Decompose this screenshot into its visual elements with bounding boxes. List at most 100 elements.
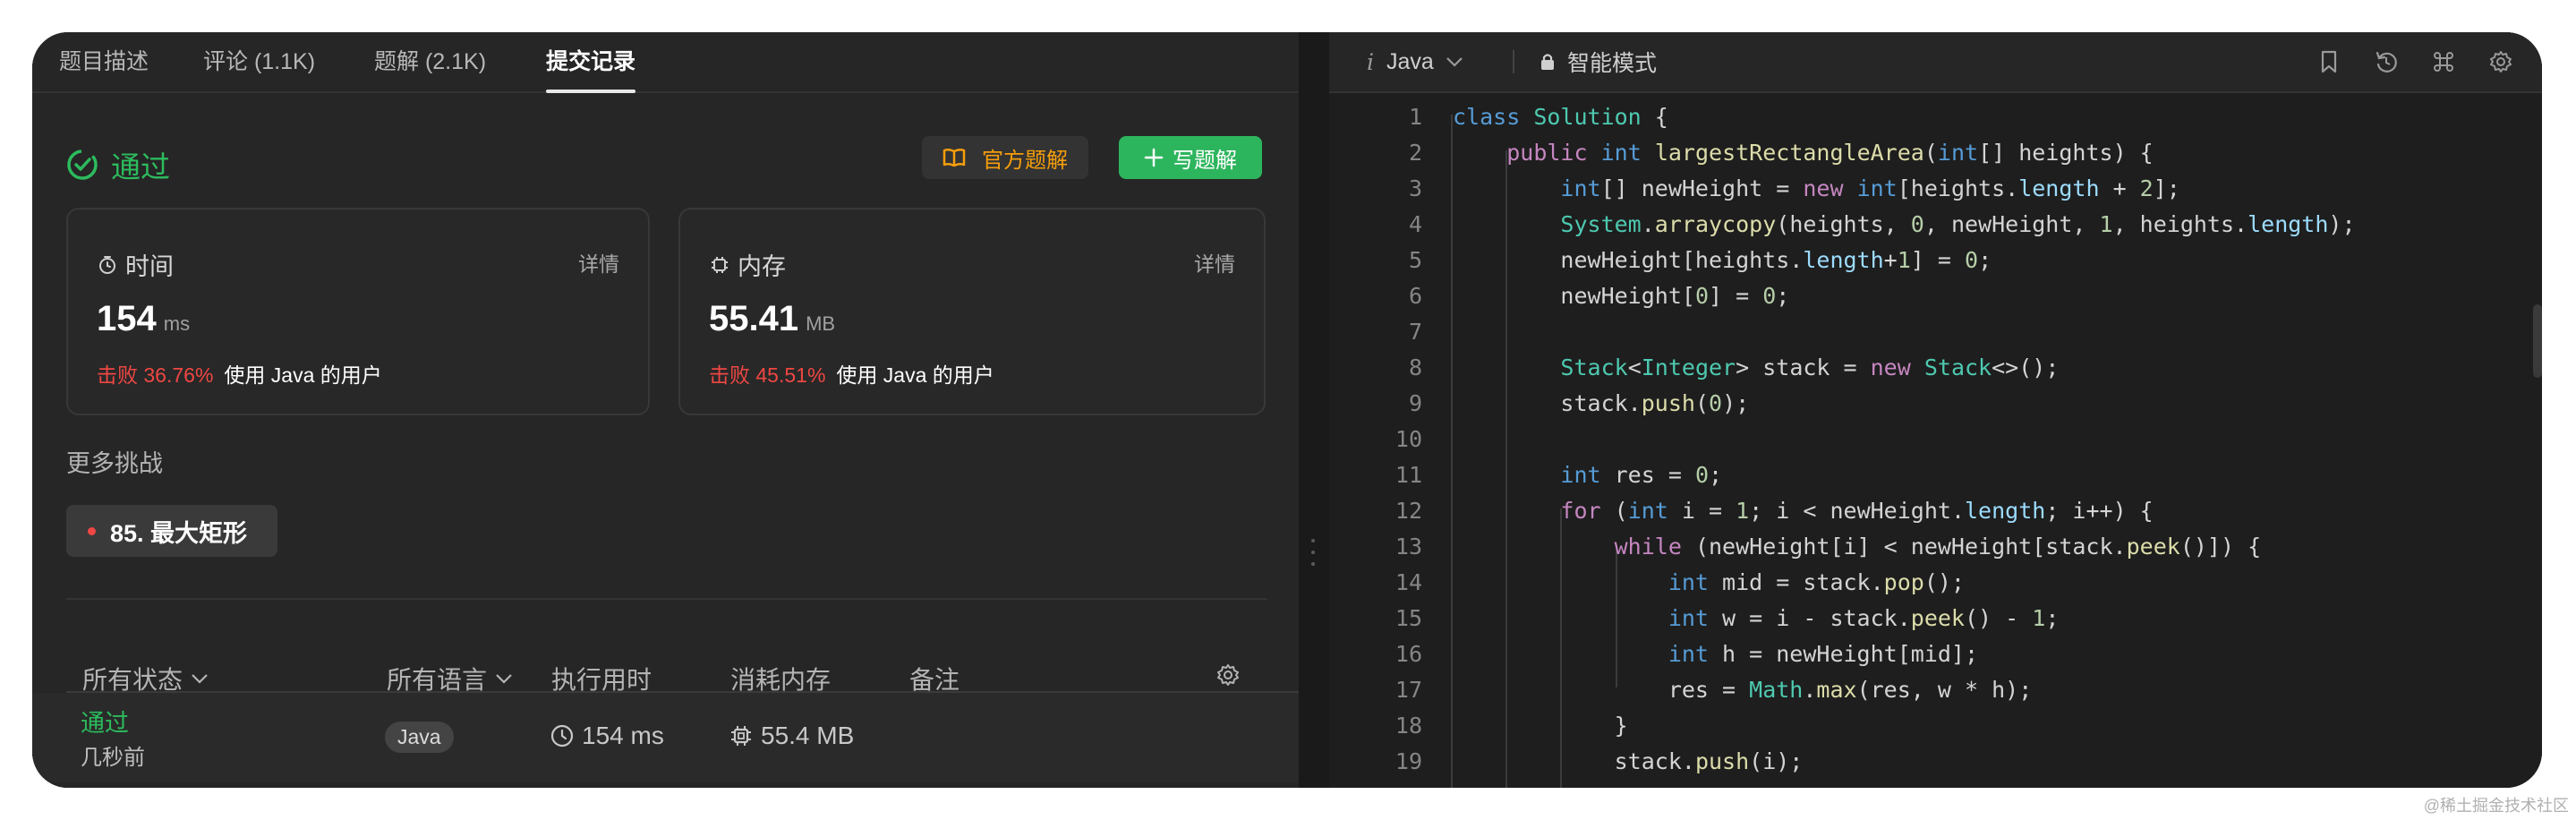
smart-mode-label: 智能模式 [1567,51,1658,76]
challenge-chip[interactable]: 85. 最大矩形 [66,505,277,557]
divider [66,598,1267,600]
tab-description[interactable]: 题目描述 [59,32,149,91]
code-line[interactable]: System.arraycopy(heights, 0, newHeight, … [1453,211,2355,237]
code-line[interactable]: int w = i - stack.peek() - 1; [1453,605,2060,631]
tab-submissions[interactable]: 提交记录 [546,32,636,93]
line-number: 17 [1395,677,1422,703]
reset-icon [2376,51,2397,73]
runtime-unit: ms [163,312,191,335]
line-number: 3 [1408,175,1422,201]
toolbar-divider [1513,50,1514,73]
code-line[interactable]: for (int i = 1; i < newHeight.length; i+… [1453,498,2153,524]
check-circle-icon [67,149,98,180]
result-status: 通过 [66,138,170,192]
smart-mode-toggle[interactable]: 智能模式 [1539,32,1657,91]
memory-card[interactable]: 内存 详情 55.41 MB 击败 45.51% 使用 Java 的用户 [678,208,1266,415]
chip-icon [712,256,728,273]
code-line[interactable]: stack.push(i); [1453,748,1804,774]
difficulty-dot [88,526,96,535]
code-line[interactable]: stack.push(0); [1453,390,1749,416]
line-number: 1 [1408,104,1422,130]
code-line[interactable]: res = Math.max(res, w * h); [1453,677,2032,703]
code-area[interactable]: 1 class Solution { 2 public int largestRec… [1329,104,2542,788]
command-icon [2434,52,2453,72]
settings-icon [1217,664,1239,686]
code-line[interactable]: Stack<Integer> stack = new Stack<>(); [1453,354,2059,380]
row-status[interactable]: 通过 [81,704,129,739]
editor-settings-button[interactable] [2486,47,2516,77]
runtime-beat-percent: 击败 36.76% [97,363,214,387]
line-number: 18 [1395,713,1422,739]
memory-beat: 击败 45.51% 使用 Java 的用户 [709,358,994,389]
code-icon: i [1367,48,1374,75]
code-line[interactable]: newHeight[heights.length+1] = 0; [1453,247,1992,273]
line-number: 14 [1395,569,1422,595]
line-number: 13 [1395,534,1422,559]
code-line[interactable]: int res = 0; [1453,462,1722,488]
book-icon [943,148,966,167]
write-solution-label: 写题解 [1173,148,1237,173]
code-line[interactable]: int[] newHeight = new int[heights.length… [1453,175,2179,201]
memory-unit: MB [806,312,836,335]
code-line[interactable]: int mid = stack.pop(); [1453,569,1965,595]
row-time-ago: 几秒前 [81,746,145,770]
resize-grip [1311,539,1315,566]
row-language: Java [385,722,454,753]
bookmark-icon [2321,50,2337,73]
chevron-down-icon [496,674,512,684]
language-selector[interactable]: i Java [1367,32,1464,91]
runtime-value: 154 ms [97,299,190,339]
row-memory-value: 55.4 MB [761,722,855,749]
reset-button[interactable] [2371,47,2401,77]
line-number: 11 [1395,462,1422,488]
runtime-number: 154 [97,299,157,338]
line-number: 16 [1395,641,1422,667]
line-number: 2 [1408,140,1422,166]
write-solution-button[interactable]: 写题解 [1119,136,1262,179]
code-line[interactable]: } [1453,713,1628,739]
table-row[interactable]: 通过 几秒前 Java 154 ms 55.4 MB [32,693,1299,782]
chevron-down-icon [192,674,208,684]
code-line[interactable]: class Solution { [1453,104,1668,130]
bookmark-button[interactable] [2314,47,2344,77]
tab-bar: 题目描述 评论 (1.1K) 题解 (2.1K) 提交记录 [32,32,1299,93]
code-editor-panel: i Java 智能模式 1 class Solution {2 public … [1329,32,2542,788]
code-line[interactable]: int h = newHeight[mid]; [1453,641,1978,667]
official-solution-button[interactable]: 官方题解 [922,136,1088,179]
line-number: 15 [1395,605,1422,631]
line-number: 10 [1395,426,1422,452]
code-line[interactable]: while (newHeight[i] < newHeight[stack.pe… [1453,534,2262,559]
panel-resizer[interactable] [1299,32,1329,788]
official-solution-label: 官方题解 [982,148,1068,173]
memory-number: 55.41 [709,299,799,338]
line-number: 8 [1408,354,1422,380]
line-number: 4 [1408,211,1422,237]
memory-detail-link[interactable]: 详情 [1194,247,1235,278]
memory-value: 55.41 MB [709,299,835,339]
runtime-detail-link[interactable]: 详情 [578,247,619,278]
language-pill: Java [385,722,454,753]
runtime-title-text: 时间 [125,253,174,280]
memory-title-text: 内存 [738,253,786,280]
code-line[interactable]: newHeight[0] = 0; [1453,283,1789,309]
memory-beat-suffix: 使用 Java 的用户 [836,363,994,387]
runtime-card[interactable]: 时间 详情 154 ms 击败 36.76% 使用 Java 的用户 [66,208,650,415]
editor-scrollbar[interactable] [2533,304,2542,378]
line-number: 19 [1395,748,1422,774]
expand-button[interactable] [2538,47,2542,77]
code-line[interactable]: public int largestRectangleArea(int[] he… [1453,140,2154,166]
row-runtime: 154 ms [550,722,664,750]
shortcuts-button[interactable] [2428,47,2459,77]
lock-icon [1541,54,1554,70]
runtime-title: 时间 [97,247,174,282]
row-runtime-value: 154 ms [582,722,664,749]
clock-icon [550,724,574,747]
memory-beat-percent: 击败 45.51% [709,363,826,387]
more-challenges-title: 更多挑战 [66,450,163,477]
tab-solutions[interactable]: 题解 (2.1K) [374,32,486,91]
chevron-down-icon [1446,57,1463,67]
settings-icon [2490,51,2512,73]
tab-comments[interactable]: 评论 (1.1K) [203,32,315,91]
expand-icon [2540,49,2542,74]
table-settings-button[interactable] [1215,662,1241,688]
